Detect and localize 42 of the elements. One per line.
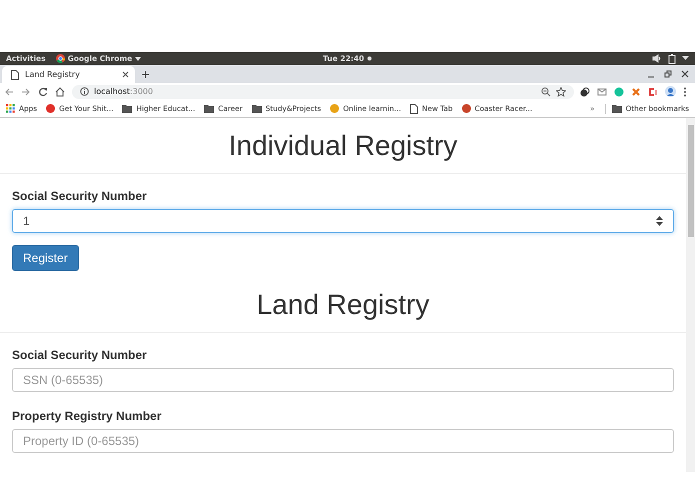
info-icon [80,87,89,96]
register-button[interactable]: Register [12,245,79,271]
input-field[interactable]: 1 [12,209,674,233]
folder-icon [122,104,132,112]
apps-grid-icon [6,104,15,113]
caret-icon [135,56,142,60]
forward-icon[interactable] [21,86,31,96]
caret-icon[interactable] [682,56,689,61]
page-icon [11,70,19,80]
page-heading: Individual Registry [228,129,458,163]
scrollbar[interactable] [686,118,695,472]
field-label: Property Registry Number [12,409,162,423]
home-icon[interactable] [55,86,65,96]
zoom-icon[interactable] [541,86,551,96]
address-bar[interactable]: localhost:3000 [72,84,574,98]
back-icon[interactable] [4,86,14,96]
site-icon [462,104,471,113]
avatar-icon[interactable] [665,86,676,97]
folder-icon [252,104,262,112]
site-icon [330,104,340,113]
spinner-icon[interactable] [656,216,663,226]
battery-icon[interactable] [668,54,676,64]
browser-tab[interactable]: Land Registry [2,66,135,83]
chrome-icon [56,54,65,63]
notification-dot-icon [367,56,372,61]
restore-icon[interactable] [664,70,672,78]
star-icon[interactable] [556,86,566,96]
folder-icon [612,104,622,112]
page-icon [410,104,418,114]
close-icon[interactable] [681,70,689,78]
new-tab-button[interactable]: + [135,68,156,80]
close-icon[interactable] [122,71,129,78]
folder-icon [204,104,214,112]
field-label: Social Security Number [12,348,147,362]
menu-icon[interactable] [683,86,687,96]
mail-icon[interactable] [597,86,607,96]
site-icon [46,104,56,113]
reload-icon[interactable] [38,86,48,96]
speaker-icon[interactable] [652,54,662,63]
extension-icon[interactable] [580,86,590,96]
page-heading: Land Registry [256,288,430,322]
field-label: Social Security Number [12,189,147,203]
